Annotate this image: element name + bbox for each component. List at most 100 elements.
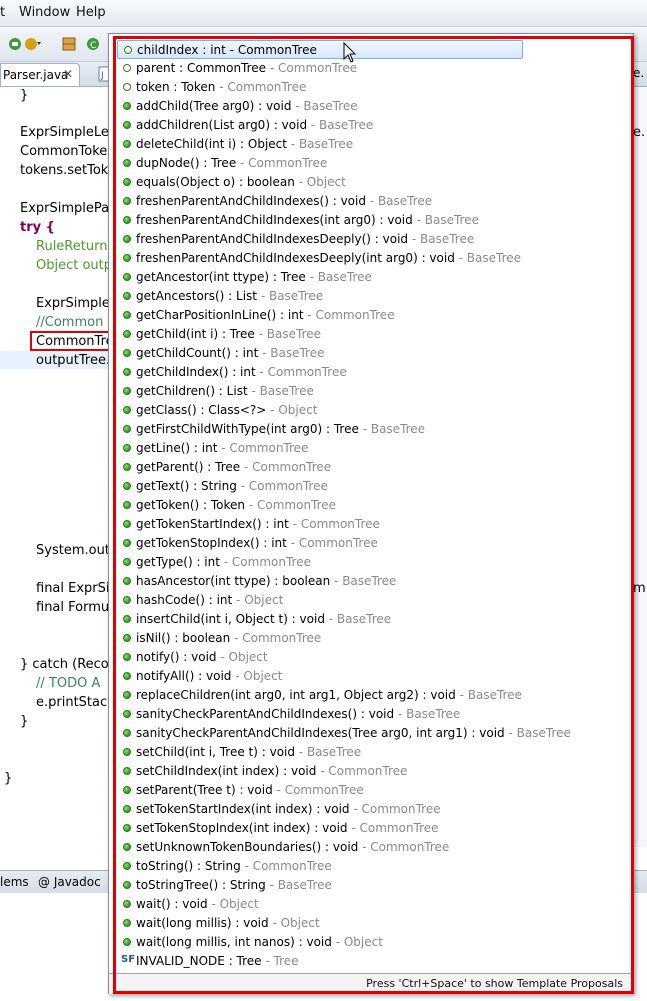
code-line[interactable]: outputTree. — [36, 353, 110, 368]
proposal-item[interactable]: addChildren(List arg0) : void - BaseTree — [117, 116, 523, 135]
proposal-item[interactable]: setTokenStopIndex(int index) : void - Co… — [117, 819, 523, 838]
proposal-item[interactable]: freshenParentAndChildIndexes(int arg0) :… — [117, 211, 523, 230]
proposal-item[interactable]: setChild(int i, Tree t) : void - BaseTre… — [117, 743, 523, 762]
proposal-item[interactable]: getFirstChildWithType(int arg0) : Tree -… — [117, 420, 523, 439]
proposal-separator: - — [268, 916, 281, 930]
code-line[interactable]: } — [4, 771, 12, 786]
proposal-item[interactable]: freshenParentAndChildIndexesDeeply(int a… — [117, 249, 523, 268]
code-line[interactable]: // TODO A — [36, 676, 100, 691]
proposal-item[interactable]: setParent(Tree t) : void - CommonTree — [117, 781, 523, 800]
proposal-item[interactable]: toString() : String - CommonTree — [117, 857, 523, 876]
code-line[interactable]: } — [20, 714, 28, 729]
proposal-item[interactable]: SF INVALID_NODE : Tree - Tree — [117, 952, 523, 971]
menu-window[interactable]: Window — [19, 5, 70, 20]
code-line[interactable]: System.out. — [36, 543, 114, 558]
proposal-item[interactable]: sanityCheckParentAndChildIndexes() : voi… — [117, 705, 523, 724]
proposal-item[interactable]: notify() : void - Object — [117, 648, 523, 667]
code-line[interactable]: Object outp — [36, 258, 112, 273]
proposal-item[interactable]: getType() : int - CommonTree — [117, 553, 523, 572]
proposal-declaring-type: CommonTree — [237, 43, 317, 57]
code-line[interactable]: RuleReturnS — [36, 239, 116, 254]
debug-icon[interactable] — [6, 35, 24, 53]
editor-tab-fragment[interactable]: e. — [633, 66, 644, 80]
code-line[interactable]: e.printStack — [36, 695, 115, 710]
proposal-separator: - — [349, 802, 362, 816]
proposal-item[interactable]: getText() : String - CommonTree — [117, 477, 523, 496]
code-line[interactable]: ExprSimplePar — [20, 201, 114, 216]
proposal-item[interactable]: getChildren() : List - BaseTree — [117, 382, 523, 401]
proposal-item[interactable]: freshenParentAndChildIndexesDeeply() : v… — [117, 230, 523, 249]
tab-javadoc[interactable]: @ Javadoc — [38, 875, 101, 889]
svg-text:J: J — [100, 71, 104, 81]
proposal-list[interactable]: childIndex : int - CommonTree parent : Co… — [109, 34, 633, 970]
proposal-item[interactable]: toStringTree() : String - BaseTree — [117, 876, 523, 895]
proposal-item[interactable]: notifyAll() : void - Object — [117, 667, 523, 686]
proposal-item[interactable]: getParent() : Tree - CommonTree — [117, 458, 523, 477]
code-line[interactable]: //Common — [36, 315, 103, 330]
proposal-declaring-type: BaseTree — [342, 574, 397, 588]
proposal-item[interactable]: getAncestor(int ttype) : Tree - BaseTree — [117, 268, 523, 287]
proposal-item[interactable]: deleteChild(int i) : Object - BaseTree — [117, 135, 523, 154]
proposal-item[interactable]: getLine() : int - CommonTree — [117, 439, 523, 458]
proposal-item[interactable]: token : Token - CommonTree — [117, 78, 523, 97]
proposal-item[interactable]: freshenParentAndChildIndexes() : void - … — [117, 192, 523, 211]
code-line[interactable]: try { — [20, 220, 55, 235]
proposal-item[interactable]: getToken() : Token - CommonTree — [117, 496, 523, 515]
proposal-item[interactable]: addChild(Tree arg0) : void - BaseTree — [117, 97, 523, 116]
proposal-item[interactable]: getTokenStartIndex() : int - CommonTree — [117, 515, 523, 534]
proposal-item[interactable]: getTokenStopIndex() : int - CommonTree — [117, 534, 523, 553]
new-class-icon[interactable]: C — [84, 35, 102, 53]
proposal-item[interactable]: getChild(int i) : Tree - BaseTree — [117, 325, 523, 344]
proposal-item[interactable]: getClass() : Class<?> - Object — [117, 401, 523, 420]
proposal-item[interactable]: wait(long millis) : void - Object — [117, 914, 523, 933]
proposal-item[interactable]: wait(long millis, int nanos) : void - Ob… — [117, 933, 523, 952]
tab-problems[interactable]: lems — [0, 875, 29, 889]
code-line[interactable]: final ExprSi — [36, 581, 110, 596]
content-assist-popup[interactable]: childIndex : int - CommonTree parent : Co… — [108, 33, 634, 994]
menu-help[interactable]: Help — [76, 5, 106, 20]
proposal-separator: - — [408, 232, 420, 246]
proposal-item[interactable]: sanityCheckParentAndChildIndexes(Tree ar… — [117, 724, 571, 743]
run-dropdown-icon[interactable] — [24, 35, 42, 53]
proposal-item[interactable]: hashCode() : int - Object — [117, 591, 523, 610]
code-line[interactable]: } — [20, 88, 28, 103]
proposal-item[interactable]: insertChild(int i, Object t) : void - Ba… — [117, 610, 523, 629]
proposal-item[interactable]: isNil() : boolean - CommonTree — [117, 629, 523, 648]
proposal-signature: childIndex : int — [137, 43, 226, 57]
proposal-item[interactable]: hasAncestor(int ttype) : boolean - BaseT… — [117, 572, 523, 591]
proposal-separator: - — [358, 422, 371, 436]
proposal-signature: getClass() : Class<?> — [136, 403, 267, 417]
proposal-item[interactable]: getCharPositionInLine() : int - CommonTr… — [117, 306, 523, 325]
public-method-icon — [123, 805, 131, 813]
menu-run-partial[interactable]: t — [0, 5, 5, 20]
new-package-icon[interactable] — [60, 35, 78, 53]
proposal-item[interactable]: getAncestors() : List - BaseTree — [117, 287, 523, 306]
proposal-separator: - — [236, 479, 249, 493]
proposal-item[interactable]: getChildCount() : int - BaseTree — [117, 344, 523, 363]
menubar: t Window Help — [0, 0, 647, 27]
code-line[interactable]: final Formu — [36, 600, 109, 615]
proposal-item[interactable]: setUnknownTokenBoundaries() : void - Com… — [117, 838, 523, 857]
proposal-item[interactable]: wait() : void - Object — [117, 895, 523, 914]
proposal-item[interactable]: getChildIndex() : int - CommonTree — [117, 363, 523, 382]
code-line[interactable]: CommonToke — [20, 144, 107, 159]
proposal-item[interactable]: dupNode() : Tree - CommonTree — [117, 154, 523, 173]
proposal-separator: - — [504, 726, 517, 740]
public-method-icon — [123, 881, 131, 889]
close-icon[interactable]: ✕ — [63, 67, 73, 81]
proposal-item[interactable]: setTokenStartIndex(int index) : void - C… — [117, 800, 523, 819]
proposal-separator: - — [207, 897, 220, 911]
proposal-item[interactable]: replaceChildren(int arg0, int arg1, Obje… — [117, 686, 523, 705]
proposal-item[interactable]: setChildIndex(int index) : void - Common… — [117, 762, 523, 781]
code-line[interactable]: } catch (Recog — [20, 657, 117, 672]
proposal-separator: - — [245, 498, 257, 512]
editor-tab-parser[interactable]: Parser.java ✕ — [0, 63, 80, 86]
code-line[interactable]: tokens.setToke — [20, 163, 116, 178]
code-line[interactable]: ExprSimpleI — [36, 296, 114, 311]
proposal-item[interactable]: equals(Object o) : boolean - Object — [117, 173, 523, 192]
code-line[interactable]: ExprSimpleLex — [20, 125, 116, 140]
proposal-separator: - — [255, 365, 268, 379]
proposal-declaring-type: BaseTree — [516, 726, 571, 740]
proposal-item[interactable]: parent : CommonTree - CommonTree — [117, 59, 523, 78]
proposal-item[interactable]: childIndex : int - CommonTree — [117, 40, 523, 59]
